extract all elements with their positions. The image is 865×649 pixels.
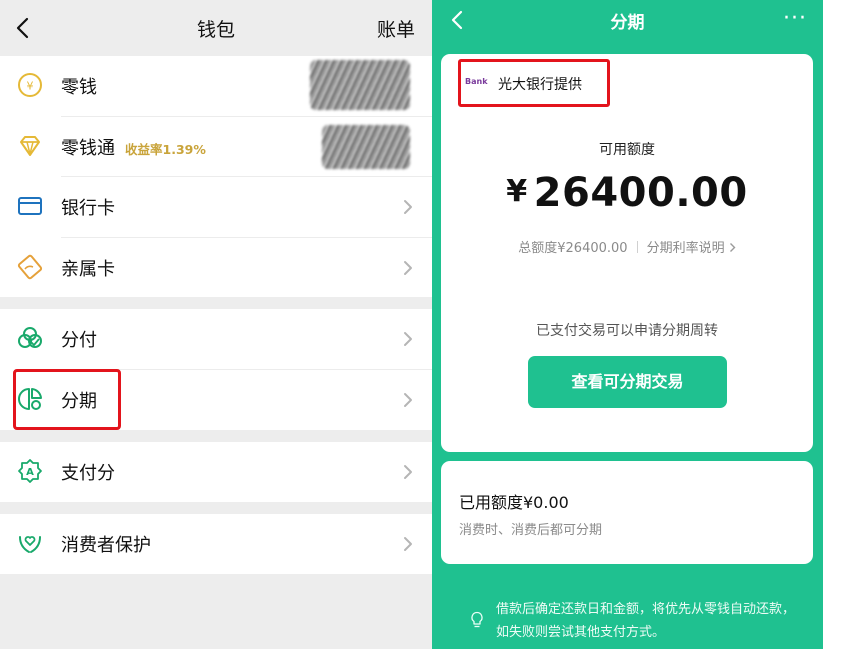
hidden-balance	[310, 60, 410, 110]
used-quota-label: 已用额度¥0.00	[459, 493, 569, 512]
chevron-right-icon	[404, 260, 412, 275]
wallet-group-score: A 支付分	[0, 442, 432, 502]
hidden-balance	[322, 124, 410, 169]
wallet-item-bank-card[interactable]: 银行卡	[0, 177, 432, 238]
yield-rate: 收益率1.39%	[125, 141, 206, 157]
svg-text:A: A	[26, 467, 34, 478]
item-label: 支付分	[61, 463, 115, 484]
repayment-tip: 借款后确定还款日和金额，将优先从零钱自动还款，如失败则尝试其他支付方式。	[496, 602, 796, 640]
item-label: 银行卡	[61, 198, 115, 219]
item-label: 亲属卡	[61, 258, 115, 280]
amount-value: 26400.00	[533, 170, 748, 216]
chevron-right-icon	[404, 200, 412, 214]
item-label: 零钱	[61, 77, 97, 98]
installment-screen: 分期 ··· Bank 光大银行提供 可用额度 ¥26400.00 总额度¥26…	[432, 0, 823, 649]
wallet-group-assets: ¥ 零钱 零钱通 收益率1.39% 银行卡 亲属卡	[0, 56, 432, 297]
wallet-item-family-card[interactable]: 亲属卡	[0, 238, 432, 299]
wallet-item-consumer-protection[interactable]: 消费者保护	[0, 514, 432, 575]
consumer-protection-icon	[19, 536, 41, 553]
currency-symbol: ¥	[506, 174, 528, 209]
lightbulb-icon	[471, 611, 483, 628]
quota-info-line: 总额度¥26400.00 分期利率说明	[441, 237, 813, 256]
item-label: 消费者保护	[61, 535, 151, 556]
installment-highlight-box	[13, 369, 121, 430]
apply-hint-text: 已支付交易可以申请分期周转	[536, 323, 718, 339]
used-quota-card[interactable]: 已用额度¥0.00 消费时、消费后都可分期	[441, 461, 813, 564]
view-installment-transactions-button[interactable]: 查看可分期交易	[528, 356, 727, 408]
installment-header: 分期 ···	[432, 0, 823, 44]
wallet-screen: 钱包 账单 ¥ 零钱 零钱通 收益率1.39% 银行卡 亲属卡 分付 分期 A …	[0, 0, 432, 649]
wallet-item-change[interactable]: ¥ 零钱	[0, 56, 432, 117]
chevron-right-icon	[404, 465, 412, 479]
chevron-right-icon	[404, 392, 412, 407]
chevron-right-icon	[729, 243, 736, 252]
bank-card-icon	[18, 197, 42, 215]
more-menu-button[interactable]: ···	[783, 6, 807, 31]
wallet-item-lingqiantong[interactable]: 零钱通 收益率1.39%	[0, 117, 432, 177]
wallet-group-protection: 消费者保护	[0, 514, 432, 574]
bill-button[interactable]: 账单	[377, 15, 415, 42]
rate-explanation-link[interactable]: 分期利率说明	[647, 241, 736, 256]
page-title: 钱包	[196, 19, 235, 41]
coin-icon: ¥	[18, 73, 42, 97]
bank-provider-label: 光大银行提供	[498, 77, 582, 93]
wallet-item-split-pay[interactable]: 分付	[0, 309, 432, 370]
quota-card: Bank 光大银行提供 可用额度 ¥26400.00 总额度¥26400.00 分…	[441, 54, 813, 452]
available-quota-label: 可用额度	[599, 142, 655, 158]
used-quota-hint: 消费时、消费后都可分期	[459, 523, 603, 538]
split-pay-icon	[18, 327, 42, 348]
item-label: 零钱通	[61, 137, 115, 159]
total-quota: 总额度¥26400.00	[518, 241, 628, 256]
available-quota-amount: ¥26400.00	[441, 170, 813, 216]
item-label: 分付	[61, 330, 97, 351]
bank-logo-text: Bank	[465, 77, 488, 86]
chevron-right-icon	[404, 537, 412, 551]
pay-score-icon: A	[18, 459, 42, 483]
wallet-item-pay-score[interactable]: A 支付分	[0, 442, 432, 503]
bank-logo-icon: Bank	[465, 77, 488, 86]
svg-text:¥: ¥	[27, 80, 34, 93]
wallet-header: 钱包 账单	[0, 0, 432, 56]
chevron-right-icon	[404, 332, 412, 346]
family-card-icon	[17, 254, 43, 279]
diamond-icon	[20, 135, 40, 156]
page-title: 分期	[610, 13, 645, 33]
